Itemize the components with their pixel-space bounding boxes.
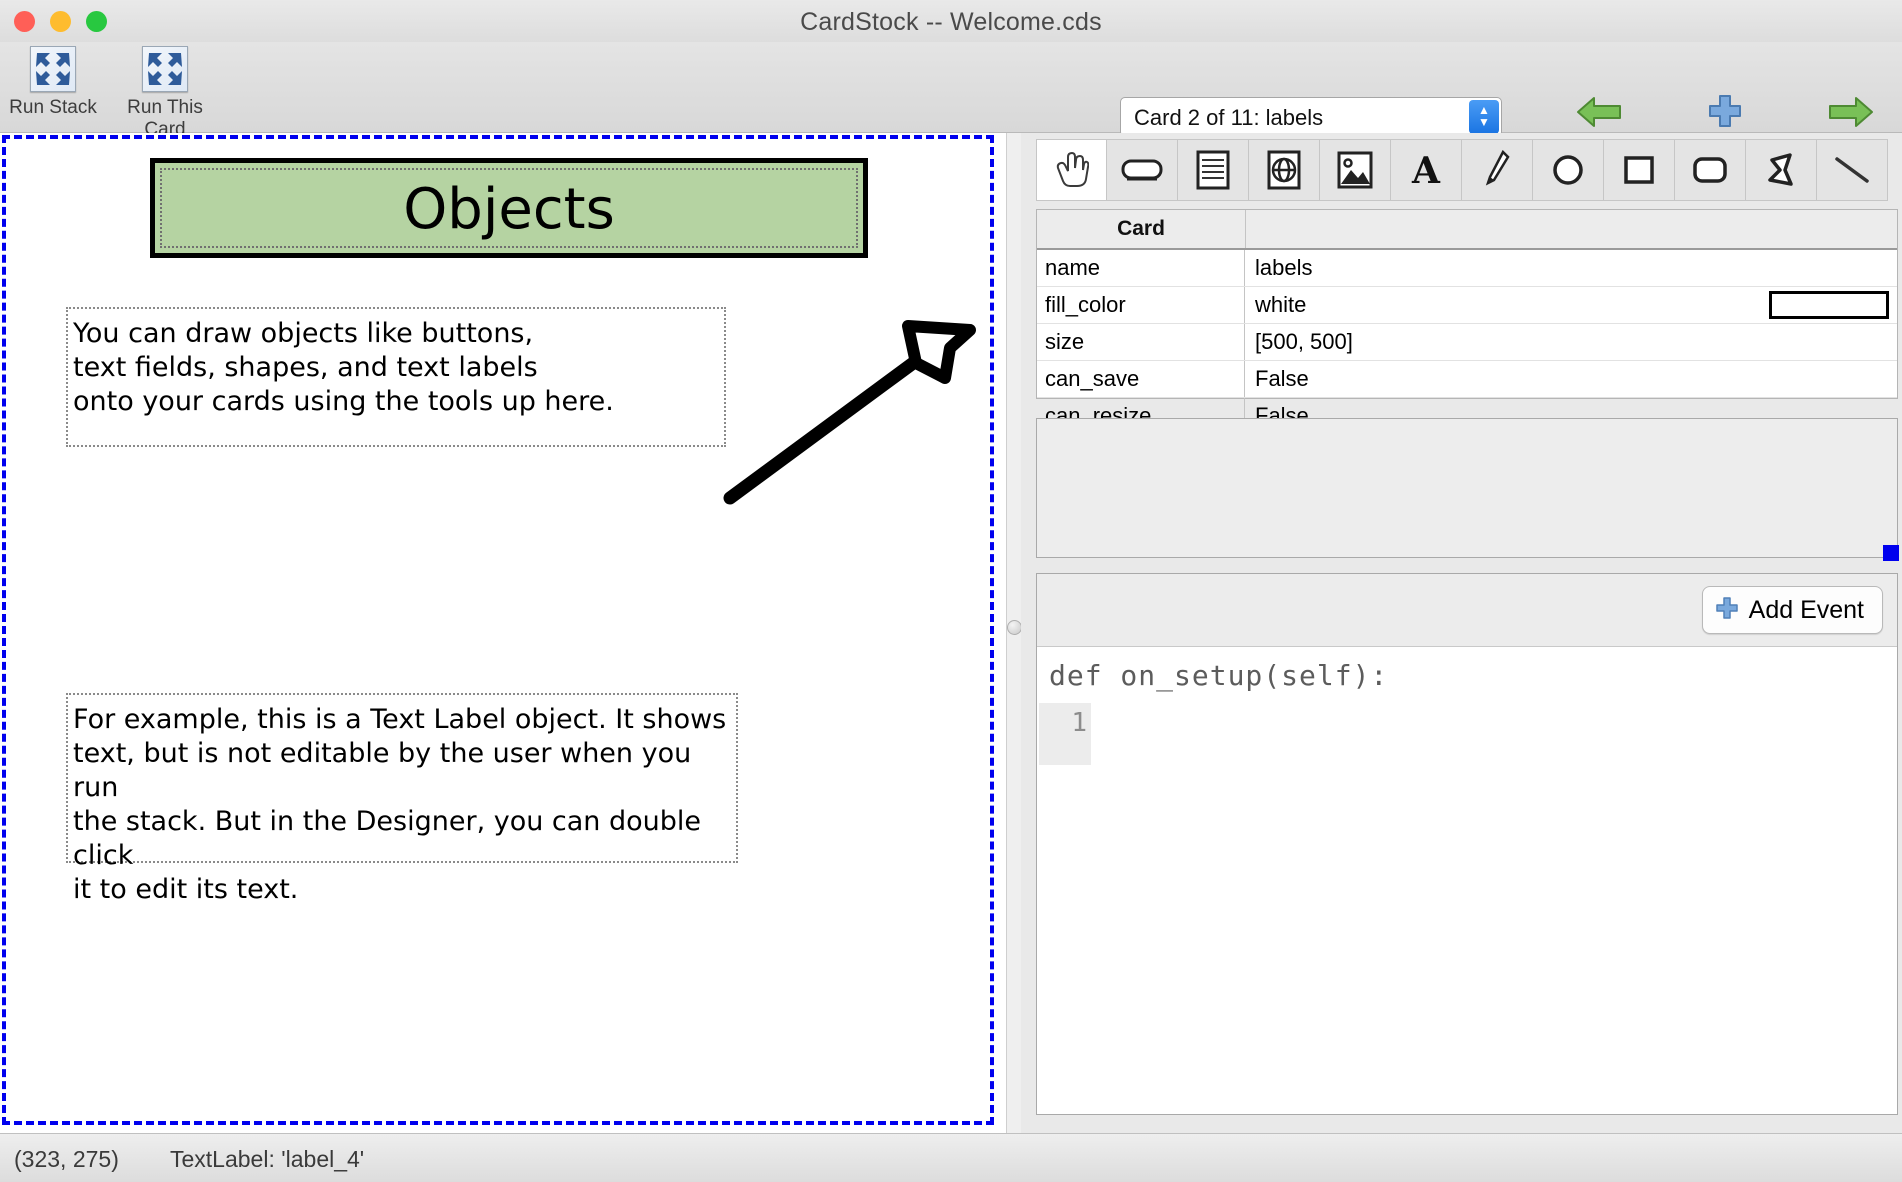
tool-rectangle[interactable] bbox=[1604, 139, 1675, 201]
table-row[interactable]: name labels bbox=[1037, 250, 1897, 287]
property-key: name bbox=[1037, 250, 1245, 286]
plus-icon bbox=[1715, 596, 1739, 625]
run-stack-label: Run Stack bbox=[9, 97, 97, 118]
tool-hand[interactable] bbox=[1036, 139, 1107, 201]
tool-text-field[interactable] bbox=[1178, 139, 1249, 201]
svg-text:A: A bbox=[1411, 152, 1441, 188]
property-table-header: Card bbox=[1037, 210, 1897, 250]
run-stack-button[interactable]: Run Stack bbox=[0, 46, 113, 119]
tool-line[interactable] bbox=[1817, 139, 1888, 201]
right-arrow-icon bbox=[1785, 92, 1902, 132]
cardstock-window: CardStock -- Welcome.cds Run Stack Run T… bbox=[0, 0, 1902, 1182]
card-canvas[interactable]: Objects You can draw objects like button… bbox=[0, 133, 1006, 1182]
mid-panel-resize-handle[interactable] bbox=[1883, 545, 1899, 561]
run-this-card-icon bbox=[142, 46, 188, 92]
plus-icon bbox=[1660, 92, 1790, 132]
title-bar: CardStock -- Welcome.cds bbox=[0, 0, 1902, 42]
main-toolbar: Run Stack Run This Card Card 2 of 11: la… bbox=[0, 42, 1902, 155]
card-selection-border bbox=[2, 135, 994, 1125]
property-header-value bbox=[1246, 210, 1897, 248]
table-row[interactable]: can_save False bbox=[1037, 361, 1897, 398]
title-shape-text: Objects bbox=[403, 177, 615, 242]
run-this-card-button[interactable]: Run This Card bbox=[105, 46, 225, 141]
code-line-number: 1 bbox=[1071, 708, 1087, 738]
tool-oval[interactable] bbox=[1533, 139, 1604, 201]
status-coordinates: (323, 275) bbox=[14, 1146, 119, 1172]
run-stack-icon bbox=[30, 46, 76, 92]
splitter-knob-icon[interactable] bbox=[1007, 620, 1022, 635]
tool-polygon[interactable] bbox=[1746, 139, 1817, 201]
property-inspector-table: Card name labels fill_color white size [… bbox=[1036, 209, 1898, 435]
property-value[interactable]: labels bbox=[1245, 250, 1897, 286]
code-function-signature: def on_setup(self): bbox=[1049, 659, 1389, 692]
property-header-card: Card bbox=[1037, 210, 1246, 248]
property-key: size bbox=[1037, 324, 1245, 360]
tool-button[interactable] bbox=[1107, 139, 1178, 201]
tool-image[interactable] bbox=[1320, 139, 1391, 201]
tool-web-view[interactable] bbox=[1249, 139, 1320, 201]
code-editor-panel: Add Event def on_setup(self): 1 bbox=[1036, 573, 1898, 1115]
window-title: CardStock -- Welcome.cds bbox=[800, 8, 1102, 36]
text-label-example[interactable]: For example, this is a Text Label object… bbox=[66, 693, 738, 905]
status-selected-object: TextLabel: 'label_4' bbox=[170, 1146, 365, 1172]
code-editor-toolbar: Add Event bbox=[1037, 574, 1897, 647]
card-picker-dropdown[interactable]: Card 2 of 11: labels ▲ ▼ bbox=[1120, 97, 1502, 137]
fill-color-swatch[interactable] bbox=[1769, 291, 1889, 319]
table-row[interactable]: size [500, 500] bbox=[1037, 324, 1897, 361]
card-picker-value: Card 2 of 11: labels bbox=[1134, 105, 1324, 130]
property-detail-panel[interactable] bbox=[1036, 418, 1898, 558]
code-editor-body[interactable]: def on_setup(self): 1 bbox=[1037, 647, 1897, 1115]
add-event-label: Add Event bbox=[1748, 595, 1864, 624]
tool-round-rectangle[interactable] bbox=[1675, 139, 1746, 201]
property-key: fill_color bbox=[1037, 287, 1245, 323]
table-row[interactable]: fill_color white bbox=[1037, 287, 1897, 324]
title-shape-object[interactable]: Objects bbox=[150, 158, 868, 258]
property-value[interactable]: [500, 500] bbox=[1245, 324, 1897, 360]
status-bar: (323, 275) TextLabel: 'label_4' bbox=[0, 1133, 1902, 1182]
property-key: can_save bbox=[1037, 361, 1245, 397]
card-picker-stepper-icon[interactable]: ▲ ▼ bbox=[1469, 100, 1499, 134]
tool-text-label[interactable]: A bbox=[1391, 139, 1462, 201]
inspector-pane: A Card name labels fill_color white size… bbox=[1021, 133, 1902, 1133]
property-value[interactable]: False bbox=[1245, 361, 1897, 397]
tool-pen[interactable] bbox=[1462, 139, 1533, 201]
left-arrow-icon bbox=[1535, 92, 1665, 132]
tool-palette: A bbox=[1036, 139, 1898, 201]
add-event-button[interactable]: Add Event bbox=[1701, 586, 1883, 634]
text-label-instructions[interactable]: You can draw objects like buttons, text … bbox=[66, 307, 726, 447]
